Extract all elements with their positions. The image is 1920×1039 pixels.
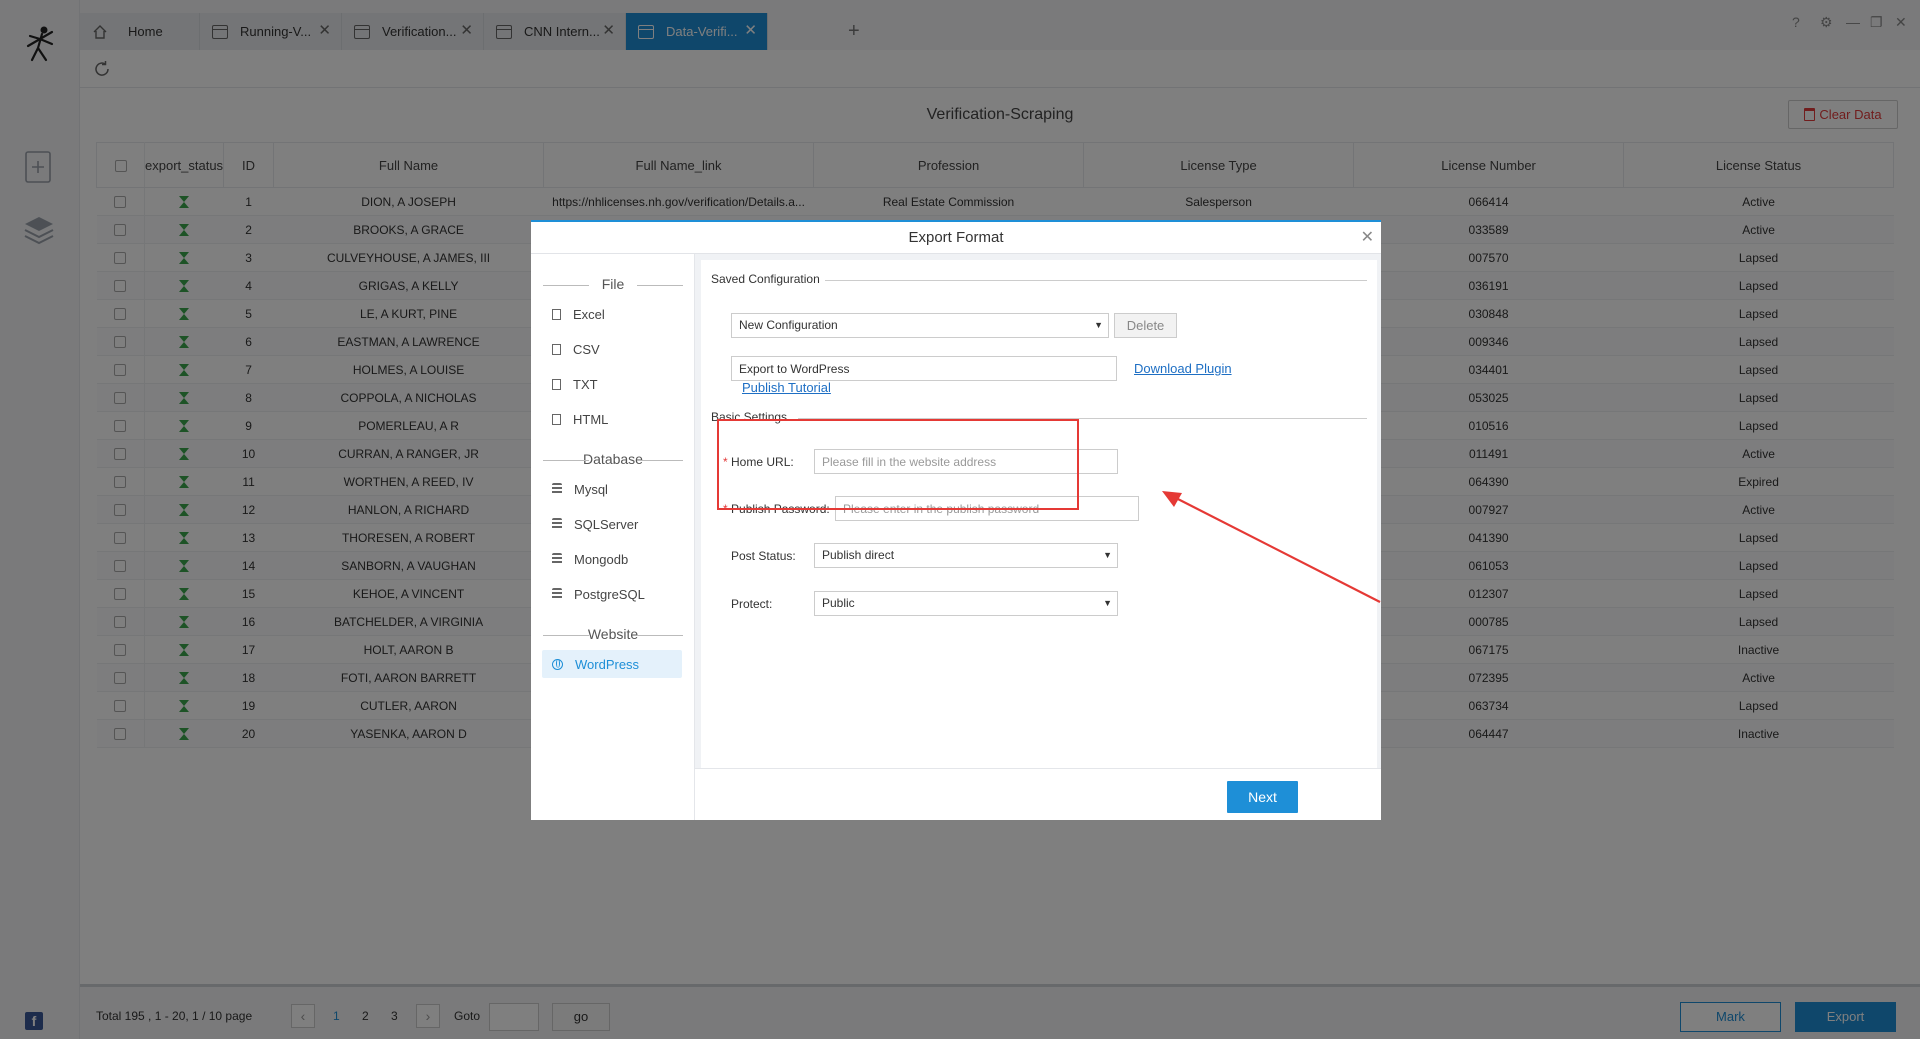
dialog-header: Export Format ✕ — [531, 222, 1381, 254]
post-status-value: Publish direct — [822, 548, 895, 562]
format-item-mongodb[interactable]: Mongodb — [542, 545, 682, 573]
close-icon[interactable]: ✕ — [1361, 222, 1374, 254]
format-item-mysql[interactable]: Mysql — [542, 475, 682, 503]
format-item-sqlserver[interactable]: SQLServer — [542, 510, 682, 538]
protect-value: Public — [822, 596, 855, 610]
dialog-title: Export Format — [908, 229, 1004, 246]
format-label: PostgreSQL — [574, 586, 645, 602]
download-plugin-link[interactable]: Download Plugin — [1134, 361, 1232, 376]
globe-icon — [552, 658, 563, 670]
publish-tutorial-link[interactable]: Publish Tutorial — [742, 380, 831, 395]
file-icon — [552, 378, 561, 390]
post-status-select[interactable]: Publish direct ▼ — [814, 543, 1118, 568]
format-item-wordpress[interactable]: WordPress — [542, 650, 682, 678]
protect-select[interactable]: Public ▼ — [814, 591, 1118, 616]
database-icon — [552, 588, 562, 600]
format-label: SQLServer — [574, 516, 639, 532]
format-label: CSV — [573, 341, 600, 357]
config-name-input[interactable] — [731, 356, 1117, 381]
format-item-csv[interactable]: CSV — [542, 335, 682, 363]
format-label: Excel — [573, 306, 605, 322]
section-title-database: Database — [543, 451, 683, 469]
database-icon — [552, 553, 562, 565]
file-icon — [552, 308, 561, 320]
annotation-arrow-icon — [1162, 491, 1381, 603]
section-title-file: File — [543, 276, 683, 294]
dialog-footer: Next — [695, 768, 1381, 820]
format-label: Mysql — [574, 481, 608, 497]
format-label: TXT — [573, 376, 598, 392]
format-label: WordPress — [575, 656, 640, 672]
divider — [825, 280, 1367, 281]
dropdown-arrow-icon: ▼ — [1103, 598, 1112, 608]
file-icon — [552, 413, 561, 425]
format-label: Mongodb — [574, 551, 629, 567]
format-label: HTML — [573, 411, 609, 427]
dropdown-arrow-icon: ▼ — [1103, 550, 1112, 560]
delete-button[interactable]: Delete — [1114, 313, 1177, 338]
format-item-postgresql[interactable]: PostgreSQL — [542, 580, 682, 608]
config-select-value: New Configuration — [739, 318, 838, 332]
file-icon — [552, 343, 561, 355]
protect-label: Protect: — [731, 597, 773, 611]
format-item-html[interactable]: HTML — [542, 405, 682, 433]
database-icon — [552, 518, 562, 530]
format-list: File Excel CSV TXT HTML Database Mysql S… — [531, 254, 695, 820]
next-button[interactable]: Next — [1227, 781, 1298, 813]
saved-config-title: Saved Configuration — [711, 272, 820, 286]
format-item-excel[interactable]: Excel — [542, 300, 682, 328]
database-icon — [552, 483, 562, 495]
post-status-label: Post Status: — [731, 549, 796, 563]
format-item-txt[interactable]: TXT — [542, 370, 682, 398]
config-select[interactable]: New Configuration ▼ — [731, 313, 1109, 338]
section-title-website: Website — [543, 626, 683, 644]
dropdown-arrow-icon: ▼ — [1094, 320, 1103, 330]
highlight-annotation-box — [717, 419, 1079, 510]
